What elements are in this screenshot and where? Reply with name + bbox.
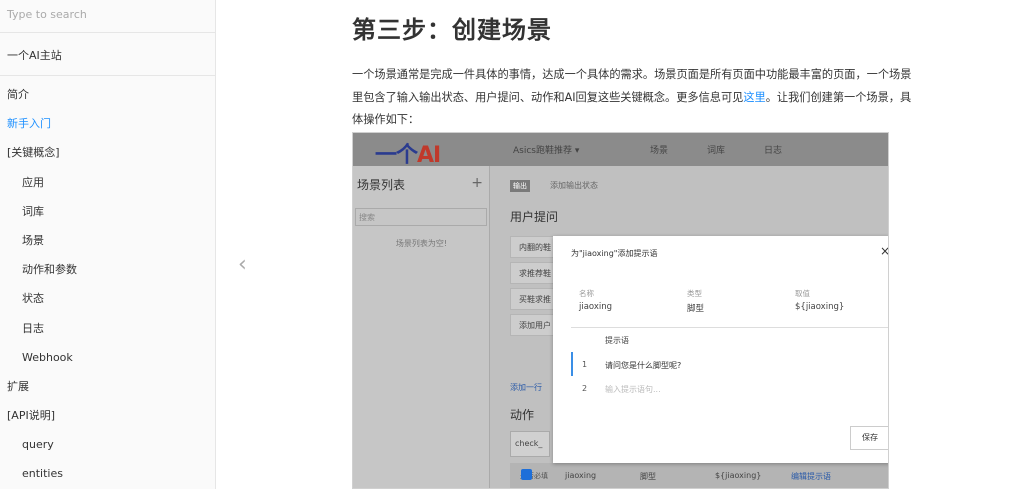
save-button: 保存	[850, 426, 888, 450]
sidebar-nav: 简介 新手入门 [关键概念] 应用 词库 场景 动作和参数 状态 日志 Webh…	[0, 76, 215, 493]
modal-title: 为"jiaoxing"添加提示语	[571, 249, 658, 258]
sidebar-item-extensions[interactable]: 扩展	[0, 376, 215, 405]
sidebar-item-state[interactable]: 状态	[0, 288, 215, 317]
embedded-screenshot: 一个AI Asics跑鞋推荐 ▾ 场景 词库 日志 场景列表 + 搜索 场景列表…	[352, 132, 889, 489]
close-icon: ×	[879, 244, 889, 258]
value-type: 脚型	[687, 304, 705, 314]
sidebar: Type to search 一个AI主站 简介 新手入门 [关键概念] 应用 …	[0, 0, 216, 489]
add-row-link: 添加一行	[510, 383, 542, 392]
here-link[interactable]: 这里	[743, 91, 765, 104]
scene-list-title: 场景列表	[357, 178, 406, 192]
sidebar-home-link[interactable]: 一个AI主站	[0, 33, 215, 76]
row-number: 2	[582, 384, 588, 393]
value-name: jiaoxing	[579, 302, 613, 312]
scene-search: 搜索	[355, 208, 487, 226]
sidebar-item-app[interactable]: 应用	[0, 172, 215, 201]
action-chip: check_	[510, 431, 550, 457]
empty-message: 场景列表为空!	[395, 239, 448, 248]
checkbox-icon	[521, 469, 532, 480]
sidebar-item-intro[interactable]: 简介	[0, 84, 215, 113]
hint-row-placeholder: 输入提示语句...	[605, 385, 661, 394]
app-select: Asics跑鞋推荐 ▾	[513, 146, 580, 156]
chevron-left-icon[interactable]: ‹	[238, 252, 260, 280]
menu-dictionary: 词库	[707, 146, 726, 156]
sidebar-item-actions-params[interactable]: 动作和参数	[0, 259, 215, 288]
sidebar-item-logs[interactable]: 日志	[0, 318, 215, 347]
hint-header: 提示语	[605, 336, 629, 345]
menu-scene: 场景	[650, 146, 669, 156]
page-title: 第三步：创建场景	[352, 16, 552, 44]
label-value: 取值	[795, 289, 810, 298]
search-input[interactable]: Type to search	[0, 0, 215, 33]
divider	[571, 327, 888, 328]
output-tag: 输出	[510, 180, 530, 192]
article-paragraph: 一个场景通常是完成一件具体的事情，达成一个具体的需求。场景页面是所有页面中功能最…	[352, 64, 912, 132]
sidebar-item-query[interactable]: query	[0, 434, 215, 463]
user-question-heading: 用户提问	[510, 210, 559, 224]
plus-icon: +	[471, 175, 483, 191]
output-tag-text: 添加输出状态	[550, 181, 598, 190]
label-type: 类型	[687, 289, 702, 298]
sidebar-item-api[interactable]: [API说明]	[0, 405, 215, 434]
logo-ai: AI	[417, 143, 441, 168]
sidebar-item-getting-started[interactable]: 新手入门	[0, 113, 215, 142]
hint-modal: 为"jiaoxing"添加提示语 × 名称 类型 取值 jiaoxing 脚型 …	[553, 236, 889, 463]
hint-row-text: 请问您是什么脚型呢?	[605, 361, 682, 370]
screenshot-header: 一个AI Asics跑鞋推荐 ▾ 场景 词库 日志	[353, 133, 888, 169]
table-cell-link: 编辑提示语	[791, 472, 831, 481]
sidebar-item-key-concepts[interactable]: [关键概念]	[0, 142, 215, 171]
active-row-indicator	[571, 352, 573, 376]
sidebar-item-entities[interactable]: entities	[0, 463, 215, 492]
sidebar-item-dictionary[interactable]: 词库	[0, 201, 215, 230]
article: 第三步：创建场景 一个场景通常是完成一件具体的事情，达成一个具体的需求。场景页面…	[352, 0, 912, 132]
logo: 一个AI	[375, 137, 441, 169]
row-number: 1	[582, 360, 588, 369]
label-name: 名称	[579, 289, 594, 298]
value-value: ${jiaoxing}	[795, 302, 845, 312]
logo-text: 一个	[375, 143, 418, 168]
menu-logs: 日志	[764, 146, 783, 156]
actions-heading: 动作	[510, 408, 535, 422]
screenshot-sidebar: 场景列表 + 搜索 场景列表为空!	[353, 166, 490, 488]
sidebar-item-scene[interactable]: 场景	[0, 230, 215, 259]
sidebar-item-webhook[interactable]: Webhook	[0, 347, 215, 376]
